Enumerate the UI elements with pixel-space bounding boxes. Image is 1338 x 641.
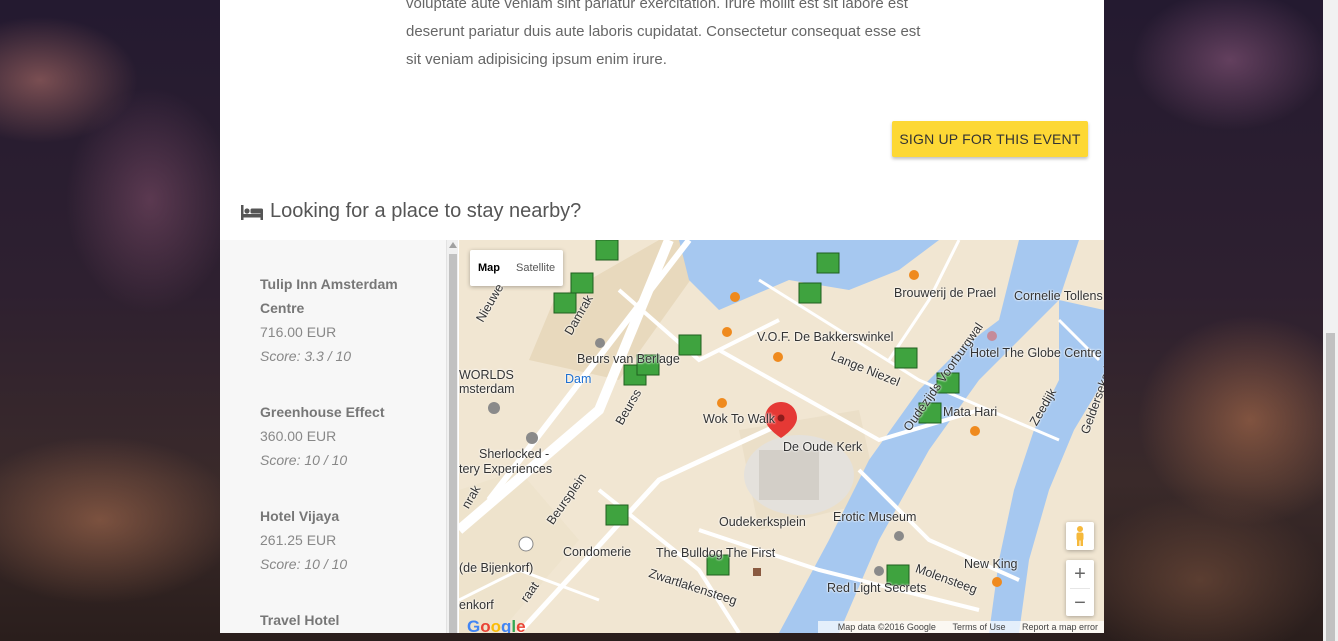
map-label: Erotic Museum (833, 510, 917, 524)
hotel-map[interactable]: Map Satellite Beurs van Berlage WORLDS m… (459, 240, 1104, 633)
hotel-item[interactable]: Tulip Inn Amsterdam Centre 716.00 EUR Sc… (220, 272, 446, 368)
event-description: voluptate aute veniam sint pariatur exer… (406, 0, 921, 68)
terms-link[interactable]: Terms of Use (952, 622, 1005, 632)
scroll-up-arrow-icon[interactable] (449, 242, 457, 248)
bed-icon (241, 204, 263, 220)
accommodation-title: Looking for a place to stay nearby? (270, 200, 582, 222)
report-map-error-link[interactable]: Report a map error (1022, 622, 1098, 632)
map-label: (de Bijenkorf) (459, 561, 534, 575)
google-logo: Google (467, 617, 526, 633)
map-data-credit: Map data ©2016 Google (837, 622, 936, 632)
hotel-item[interactable]: Travel Hotel (220, 608, 446, 632)
hotel-price: 716.00 EUR (260, 324, 337, 340)
map-label: Cornelie Tollens (1014, 289, 1103, 303)
hotel-price: 360.00 EUR (260, 428, 337, 444)
map-label: enkorf (459, 598, 494, 612)
zoom-in-button[interactable]: + (1066, 560, 1094, 588)
map-label: Wok To Walk (703, 412, 776, 426)
map-label: Sherlocked - (479, 447, 550, 461)
map-label: Hotel The Globe Centre (970, 346, 1102, 360)
map-label: msterdam (459, 382, 515, 396)
event-page: voluptate aute veniam sint pariatur exer… (220, 0, 1104, 633)
hotel-name: Tulip Inn Amsterdam Centre (260, 276, 398, 316)
map-label: Mata Hari (943, 405, 998, 419)
street-view-pegman[interactable] (1066, 522, 1094, 550)
map-label: Condomerie (563, 545, 632, 559)
map-tiles (459, 240, 1104, 633)
hotel-name: Travel Hotel (260, 612, 340, 628)
pegman-icon (1076, 526, 1084, 546)
hotel-item[interactable]: Greenhouse Effect 360.00 EUR Score: 10 /… (220, 400, 446, 472)
map-label: Brouwerij de Prael (894, 286, 997, 300)
hotel-item[interactable]: Hotel Vijaya 261.25 EUR Score: 10 / 10 (220, 504, 446, 576)
map-type-satellite-button[interactable]: Satellite (508, 250, 563, 286)
hotel-list-scrollbar[interactable] (446, 240, 458, 633)
hotel-list: Tulip Inn Amsterdam Centre 716.00 EUR Sc… (220, 240, 446, 633)
map-label: The Bulldog The First (656, 546, 776, 560)
map-label: Red Light Secrets (827, 581, 927, 595)
hotel-score: Score: 10 / 10 (260, 556, 348, 572)
map-label: New King (964, 557, 1018, 571)
map-label: tery Experiences (459, 462, 553, 476)
hotel-score: Score: 10 / 10 (260, 452, 348, 468)
map-type-control: Map Satellite (470, 250, 564, 286)
page-scrollbar[interactable] (1323, 0, 1338, 641)
zoom-out-button[interactable]: − (1066, 589, 1094, 617)
page-scrollbar-thumb[interactable] (1326, 333, 1335, 641)
hotel-name: Greenhouse Effect (260, 404, 385, 420)
map-label: Oudekerksplein (719, 515, 806, 529)
hotel-name: Hotel Vijaya (260, 508, 340, 524)
signup-button[interactable]: SIGN UP FOR THIS EVENT (892, 121, 1088, 157)
map-footer: Map data ©2016 Google Terms of Use Repor… (817, 621, 1104, 633)
map-label: WORLDS (459, 368, 514, 382)
hotel-price: 261.25 EUR (260, 532, 337, 548)
accommodation-heading: Looking for a place to stay nearby? (240, 200, 581, 223)
hotel-score: Score: 3.3 / 10 (260, 348, 352, 364)
map-label: V.O.F. De Bakkerswinkel (757, 330, 894, 344)
map-label: Beurs van Berlage (577, 352, 680, 366)
scrollbar-thumb[interactable] (449, 254, 457, 633)
map-label: Dam (565, 372, 592, 386)
map-label: De Oude Kerk (783, 440, 863, 454)
zoom-control: + − (1066, 560, 1094, 616)
map-type-map-button[interactable]: Map (470, 250, 508, 286)
